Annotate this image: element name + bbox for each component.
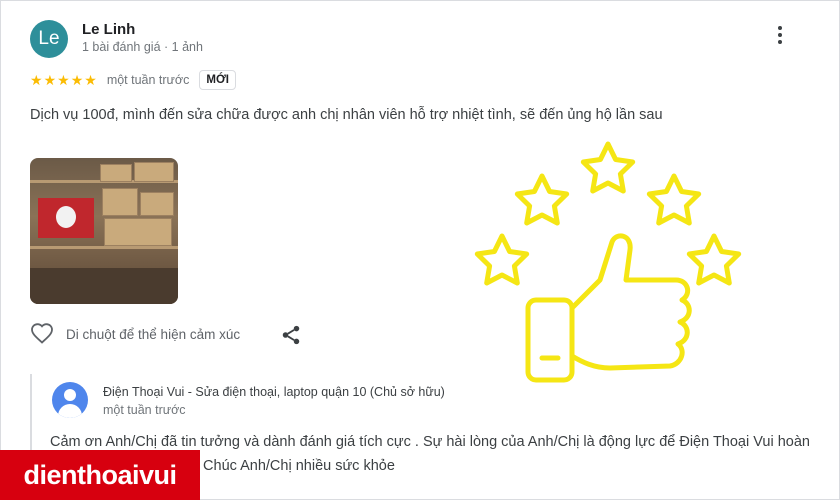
more-options-button[interactable] [770,26,790,52]
star-icon: ★ [30,72,43,88]
star-icon: ★ [70,72,84,88]
star-icon [689,236,738,283]
star-icon [649,176,698,223]
review-text: Dịch vụ 100đ, mình đến sửa chữa được anh… [30,107,663,123]
star-icon: ★ [84,72,97,88]
photo-desk [30,268,178,304]
photo-box [134,162,174,182]
photo-shelf [30,246,178,249]
thumbs-up-stars-decoration [460,130,760,383]
rating-row: ★ ★ ★ ★ ★ một tuần trước MỚI [30,70,236,90]
person-icon [64,389,76,401]
new-badge: MỚI [199,70,236,90]
photo-box [100,164,132,182]
reviewer-meta: 1 bài đánh giá · 1 ảnh [82,40,203,54]
reaction-label: Di chuột để thể hiện cảm xúc [66,326,241,342]
review-photo[interactable] [30,158,178,304]
photo-poster [38,198,94,238]
star-icon: ★ [43,72,57,88]
star-icon [583,144,632,191]
thumbs-up-icon [525,233,692,383]
star-icon [477,236,526,283]
star-icon [517,176,566,223]
photo-box [140,192,174,216]
photo-box [104,218,172,246]
reviewer-name[interactable]: Le Linh [82,21,135,38]
owner-avatar[interactable] [52,382,88,418]
reaction-row[interactable]: Di chuột để thể hiện cảm xúc [30,322,240,346]
brand-logo: dienthoaivui [0,450,200,500]
owner-reply-time: một tuần trước [103,403,186,417]
star-icon: ★ [57,72,70,88]
reviewer-avatar[interactable]: Le [30,20,68,58]
owner-name[interactable]: Điện Thoại Vui - Sửa điện thoại, laptop … [103,385,445,399]
share-icon[interactable] [280,324,302,346]
review-time: một tuần trước [106,73,190,87]
heart-icon[interactable] [30,322,54,346]
photo-box [102,188,138,216]
more-vert-icon [778,26,782,30]
